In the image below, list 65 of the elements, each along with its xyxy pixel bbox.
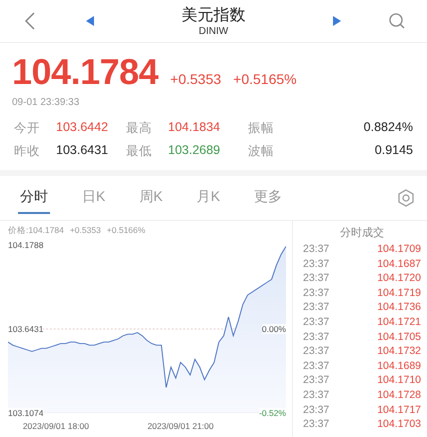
trade-time: 23:37 — [303, 344, 330, 359]
trade-price: 104.1717 — [377, 402, 421, 418]
trade-price: 104.1710 — [377, 373, 421, 388]
price-info: +0.5166% — [106, 225, 146, 237]
trade-price: 104.1721 — [377, 314, 421, 330]
trade-time: 23:37 — [303, 300, 330, 315]
trade-time: 23:37 — [303, 388, 330, 403]
trade-time: 23:37 — [303, 242, 330, 257]
stat-value: 103.2689 — [168, 143, 222, 159]
stat-value: 103.6442 — [56, 120, 110, 136]
time-label: 2023/09/01 18:00 — [22, 421, 90, 431]
trade-price: 104.1720 — [377, 271, 421, 286]
trade-price: 104.1705 — [377, 330, 421, 344]
stat-value: 0.8824% — [362, 120, 413, 136]
stat-label: 今开 — [14, 120, 41, 137]
axis-label: -0.52% — [259, 408, 286, 418]
page-title: 美元指数 — [182, 6, 246, 26]
stat-value: 103.6431 — [56, 143, 110, 159]
stat-label: 昨收 — [14, 143, 41, 160]
back-button[interactable] — [24, 12, 36, 30]
percent-change: +0.5165% — [233, 71, 297, 87]
price-info: +0.5353 — [70, 225, 101, 237]
chart-tab[interactable]: 分时 — [18, 182, 50, 214]
trade-time: 23:37 — [303, 330, 330, 344]
axis-label: 0.00% — [262, 324, 286, 334]
axis-label: 104.1788 — [8, 240, 44, 250]
trade-time: 23:37 — [303, 286, 330, 300]
stat-label: 最低 — [126, 143, 153, 160]
stat-label: 波幅 — [248, 143, 275, 160]
trade-price: 104.1687 — [377, 256, 421, 272]
trade-price: 104.1709 — [377, 242, 421, 257]
trade-price: 104.1689 — [377, 358, 421, 374]
stat-label: 最高 — [126, 120, 153, 137]
stat-value: 0.9145 — [374, 143, 413, 159]
trade-time: 23:37 — [303, 271, 330, 286]
price-info: 价格:104.1784 — [8, 225, 64, 237]
price-change: +0.5353 — [170, 71, 222, 87]
trade-time: 23:37 — [303, 358, 330, 374]
settings-button[interactable] — [397, 189, 415, 207]
trade-price: 104.1732 — [377, 344, 421, 359]
trade-time: 23:37 — [303, 256, 330, 272]
trade-time: 23:37 — [303, 314, 330, 330]
trade-time: 23:37 — [303, 373, 330, 388]
axis-label: 103.1074 — [8, 408, 44, 418]
chart-tab[interactable]: 月K — [194, 182, 222, 214]
trades-title: 分时成交 — [339, 226, 385, 240]
symbol-code: DINIW — [198, 26, 228, 36]
search-button[interactable] — [389, 13, 405, 29]
trade-price: 104.1719 — [377, 286, 421, 300]
trade-time: 23:37 — [303, 417, 330, 432]
trade-price: 104.1736 — [377, 300, 421, 315]
previous-button[interactable] — [86, 16, 94, 26]
chart-tab[interactable]: 日K — [80, 182, 108, 214]
trade-time: 23:37 — [303, 402, 330, 418]
current-price: 104.1784 — [12, 51, 158, 93]
trade-price: 104.1703 — [377, 417, 421, 432]
stat-value: 104.1834 — [168, 120, 222, 136]
trade-price: 104.1728 — [377, 388, 421, 403]
stat-label: 振幅 — [248, 120, 275, 137]
quote-time: 09-01 23:39:33 — [12, 97, 80, 108]
chart-tab[interactable]: 周K — [137, 182, 165, 214]
chart-tab[interactable]: 更多 — [252, 182, 284, 214]
next-button[interactable] — [333, 16, 341, 26]
time-label: 2023/09/01 21:00 — [147, 421, 214, 431]
axis-label: 103.6431 — [8, 324, 44, 334]
